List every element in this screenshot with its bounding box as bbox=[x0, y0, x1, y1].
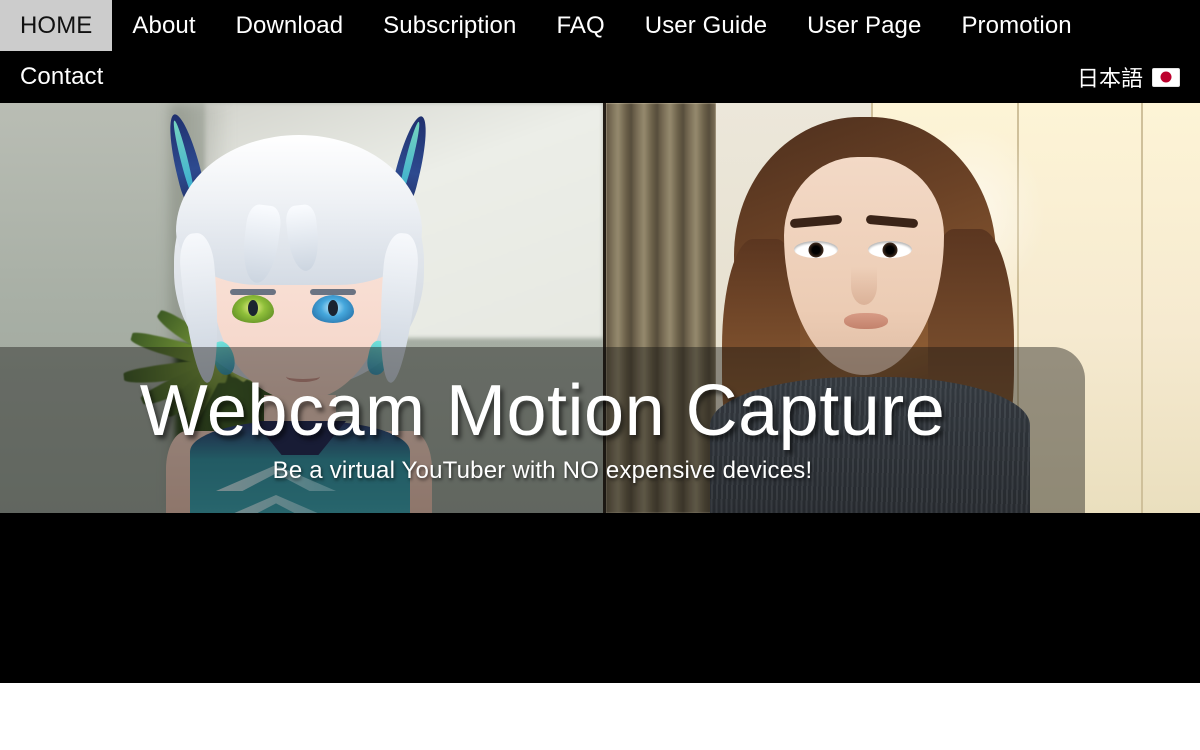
language-label: 日本語 bbox=[1076, 66, 1143, 91]
nav-item-download[interactable]: Download bbox=[216, 0, 364, 51]
nav-item-user-page[interactable]: User Page bbox=[787, 0, 941, 51]
nav-item-contact[interactable]: Contact bbox=[0, 51, 123, 103]
japan-flag-icon bbox=[1152, 67, 1180, 87]
nav-item-about[interactable]: About bbox=[112, 0, 215, 51]
hero-subtitle: Be a virtual YouTuber with NO expensive … bbox=[272, 457, 813, 484]
nav-item-promotion[interactable]: Promotion bbox=[941, 0, 1091, 51]
avatar-eye-green bbox=[232, 295, 274, 323]
nav-item-subscription[interactable]: Subscription bbox=[363, 0, 536, 51]
hero-banner: Webcam Motion Capture Be a virtual YouTu… bbox=[0, 103, 1200, 513]
person-eye bbox=[868, 241, 912, 258]
avatar-eye-blue bbox=[312, 295, 354, 323]
nav-primary-row: HOME About Download Subscription FAQ Use… bbox=[0, 0, 1200, 51]
nav-item-home[interactable]: HOME bbox=[0, 0, 113, 51]
person-nose bbox=[851, 267, 877, 305]
nav-item-faq[interactable]: FAQ bbox=[536, 0, 624, 51]
below-hero-black-section bbox=[0, 513, 1200, 683]
page-bottom-area bbox=[0, 683, 1200, 750]
hero-text-block: Webcam Motion Capture Be a virtual YouTu… bbox=[0, 347, 1085, 513]
language-switch-japanese[interactable]: 日本語 bbox=[1077, 61, 1180, 93]
person-eye bbox=[794, 241, 838, 258]
closet-door-panel bbox=[1141, 103, 1200, 513]
person-lips bbox=[844, 313, 888, 329]
hero-title: Webcam Motion Capture bbox=[139, 371, 946, 451]
top-navigation-bar: HOME About Download Subscription FAQ Use… bbox=[0, 0, 1200, 103]
nav-item-user-guide[interactable]: User Guide bbox=[625, 0, 787, 51]
nav-secondary-row: Contact 日本語 bbox=[0, 51, 1200, 103]
